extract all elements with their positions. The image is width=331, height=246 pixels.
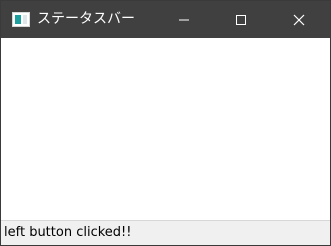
close-icon	[293, 14, 305, 25]
window-title: ステータスバー	[37, 11, 135, 27]
status-bar: left button clicked!!	[1, 220, 330, 245]
maximize-button[interactable]	[218, 1, 264, 38]
title-bar[interactable]: ステータスバー	[1, 1, 330, 38]
client-area[interactable]	[1, 38, 330, 218]
minimize-button[interactable]	[161, 1, 207, 38]
close-button[interactable]	[276, 1, 322, 38]
app-icon[interactable]	[12, 12, 30, 27]
status-text: left button clicked!!	[4, 225, 132, 240]
minimize-icon	[179, 19, 189, 20]
maximize-icon	[236, 14, 246, 25]
app-window: ステータスバー left button clicked!!	[0, 0, 331, 246]
